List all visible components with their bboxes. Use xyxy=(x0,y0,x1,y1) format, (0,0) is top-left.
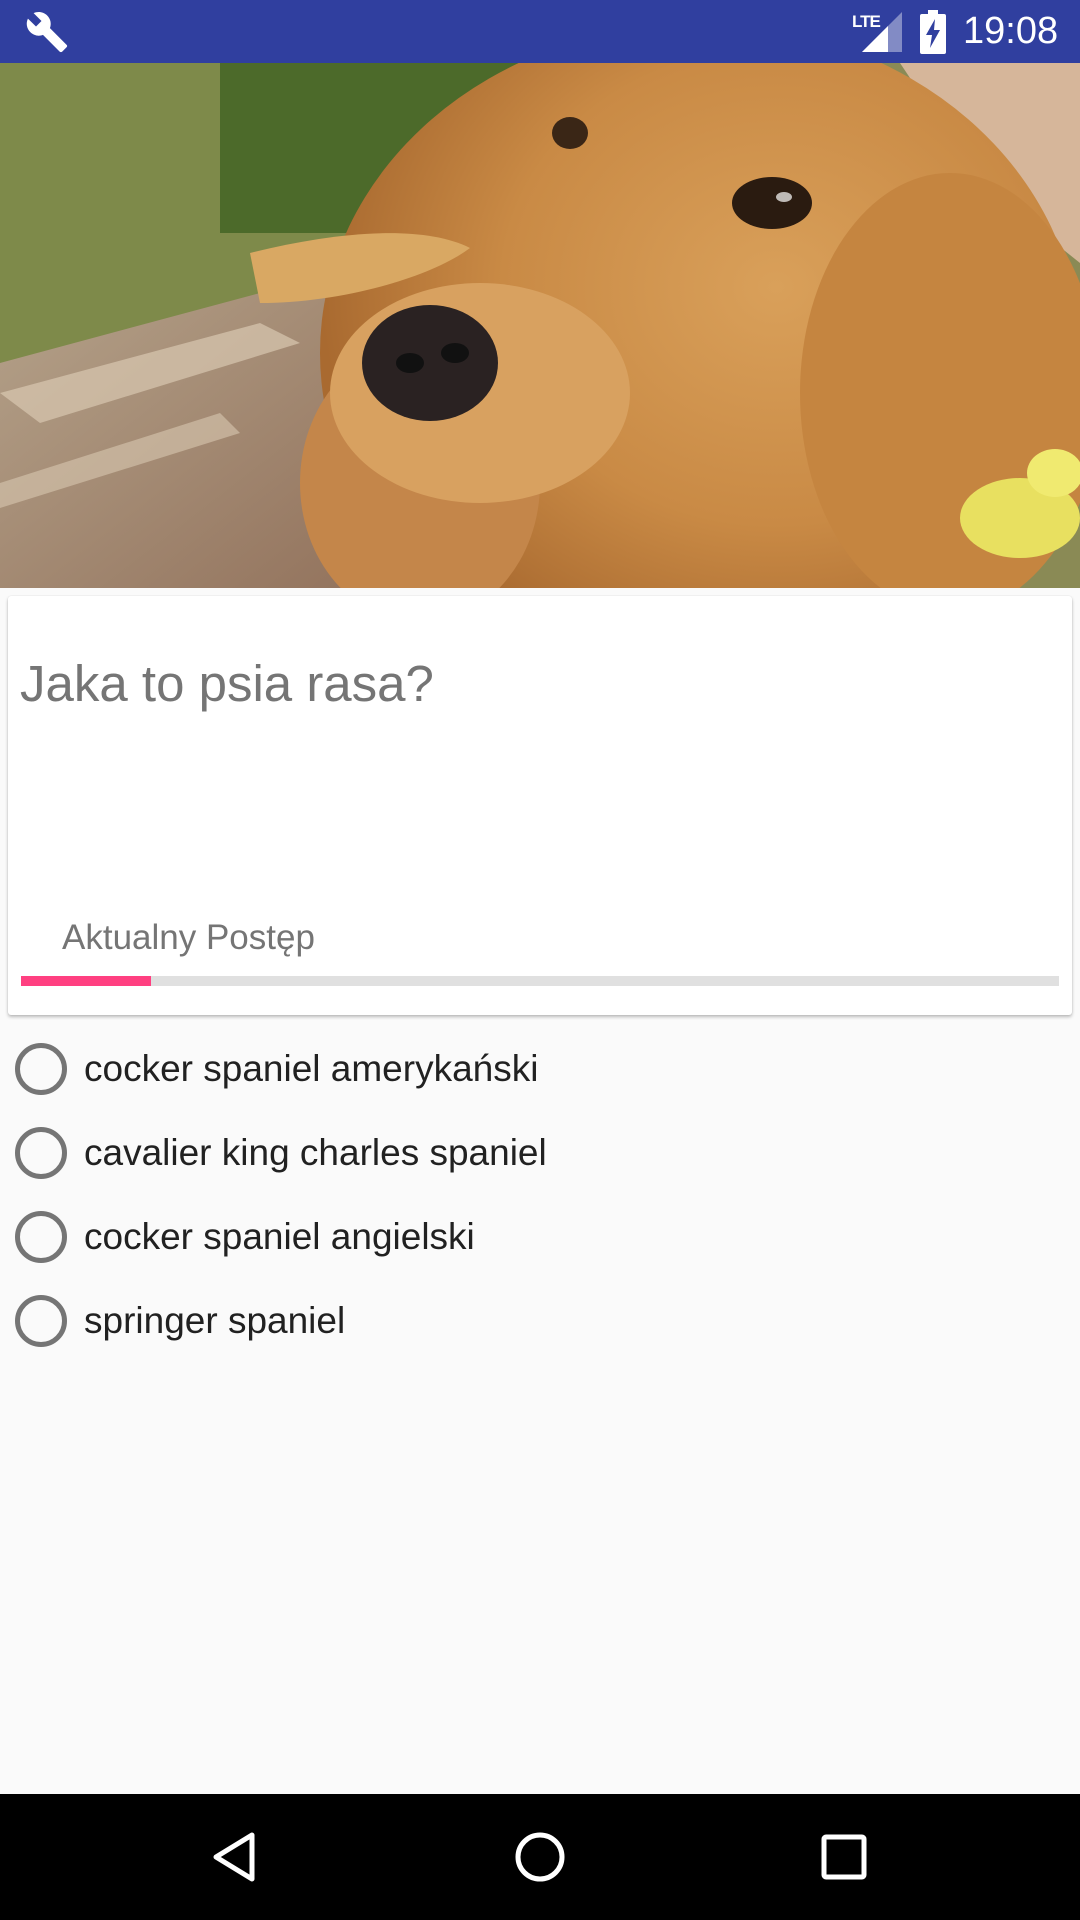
option-label[interactable]: cavalier king charles spaniel xyxy=(84,1131,547,1175)
progress-bar xyxy=(21,976,1059,986)
radio-button[interactable] xyxy=(15,1127,67,1179)
clock: 19:08 xyxy=(963,10,1059,52)
status-bar: LTE 19:08 xyxy=(0,0,1080,63)
option-2[interactable]: cavalier king charles spaniel xyxy=(0,1111,1080,1195)
radio-button[interactable] xyxy=(15,1043,67,1095)
wrench-icon xyxy=(26,12,68,53)
progress-label: Aktualny Postęp xyxy=(62,918,315,957)
dog-photo xyxy=(0,63,1080,588)
navigation-bar xyxy=(0,1794,1080,1920)
option-label[interactable]: springer spaniel xyxy=(84,1299,345,1343)
screen: LTE 19:08 Jaka to psia rasa? Aktualny Po… xyxy=(0,0,1080,1920)
progress-fill xyxy=(21,976,151,986)
radio-button[interactable] xyxy=(15,1211,67,1263)
home-icon[interactable] xyxy=(510,1827,570,1887)
option-4[interactable]: springer spaniel xyxy=(0,1279,1080,1363)
back-icon[interactable] xyxy=(206,1827,266,1887)
signal-icon xyxy=(862,12,902,52)
option-1[interactable]: cocker spaniel amerykański xyxy=(0,1027,1080,1111)
question-text: Jaka to psia rasa? xyxy=(20,655,434,712)
option-3[interactable]: cocker spaniel angielski xyxy=(0,1195,1080,1279)
option-label[interactable]: cocker spaniel amerykański xyxy=(84,1047,538,1091)
recents-icon[interactable] xyxy=(814,1827,874,1887)
question-card: Jaka to psia rasa? Aktualny Postęp xyxy=(8,596,1072,1015)
option-label[interactable]: cocker spaniel angielski xyxy=(84,1215,475,1259)
answer-options: cocker spaniel amerykański cavalier king… xyxy=(0,1027,1080,1363)
battery-charging-icon xyxy=(920,10,946,54)
radio-button[interactable] xyxy=(15,1295,67,1347)
